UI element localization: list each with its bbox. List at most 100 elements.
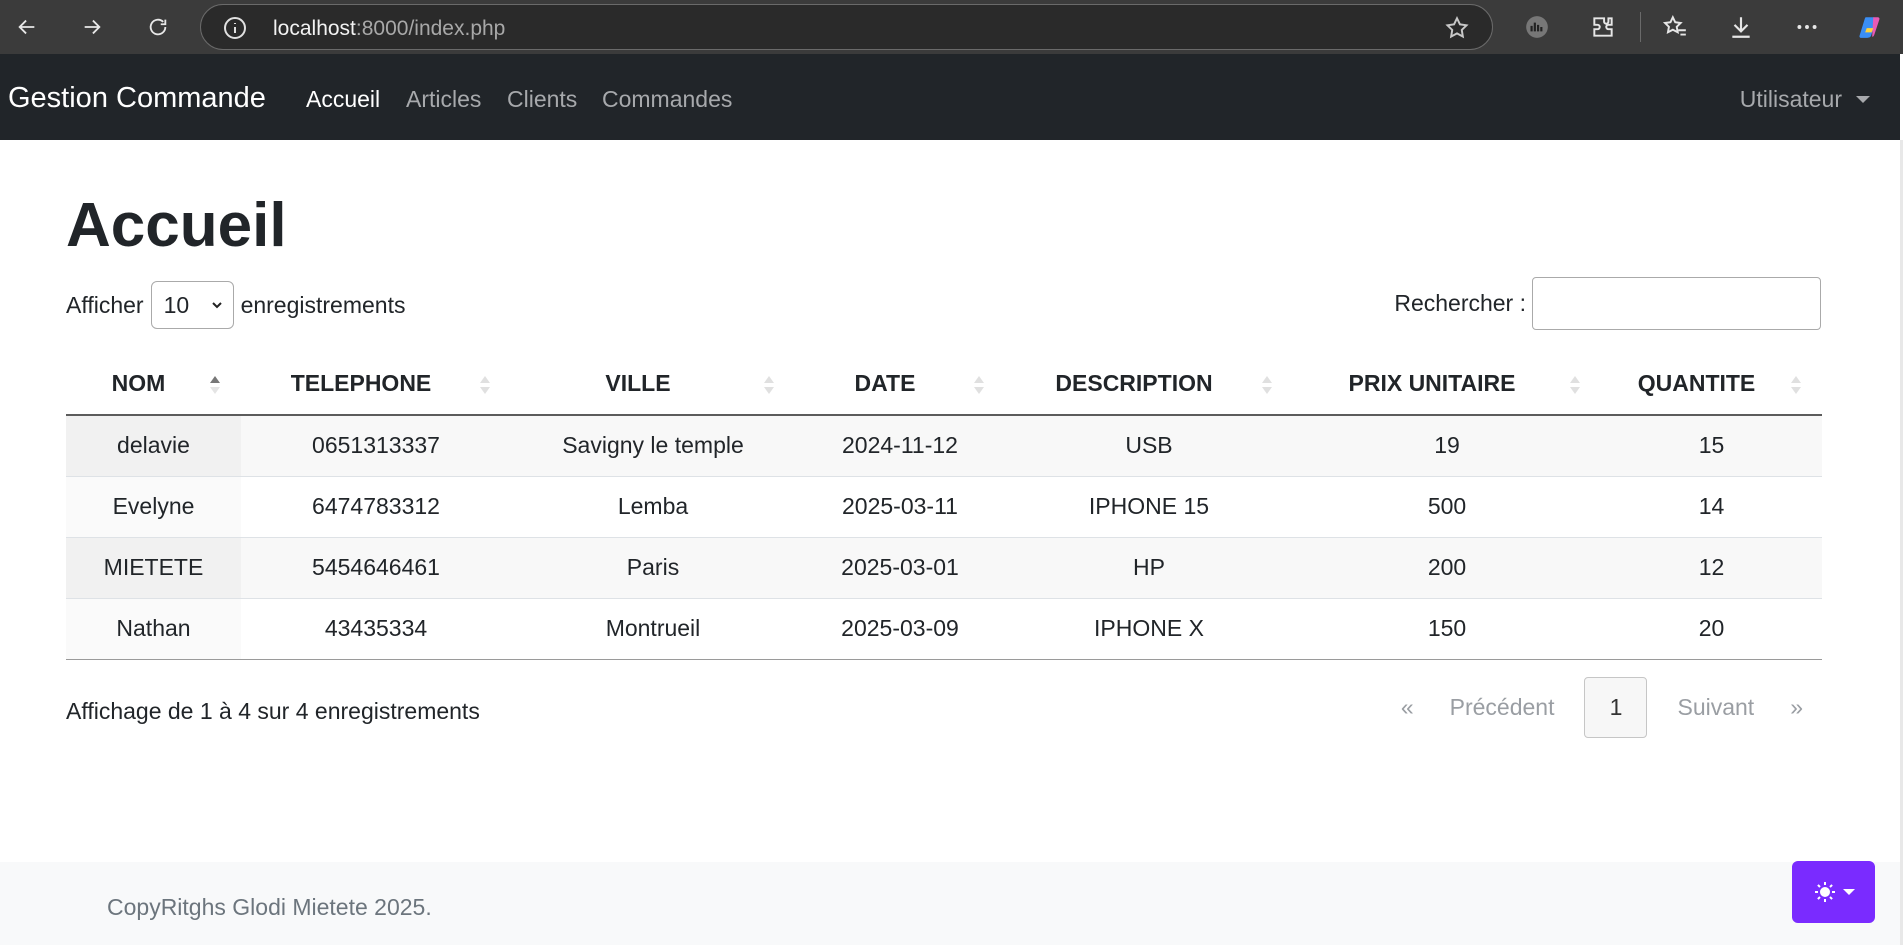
cell-description: IPHONE 15 <box>1005 476 1293 538</box>
cell-description: USB <box>1005 415 1293 477</box>
length-suffix-label: enregistrements <box>240 291 406 318</box>
toolbar-divider <box>1640 12 1641 42</box>
table-row: MIETETE 5454646461 Paris 2025-03-01 HP 2… <box>66 537 1822 599</box>
search-label: Rechercher : <box>1394 290 1526 316</box>
cell-date: 2025-03-11 <box>795 476 1005 538</box>
column-header-label: TELEPHONE <box>290 369 432 396</box>
pagination-first-button[interactable]: « <box>1383 677 1432 738</box>
theme-toggle-button[interactable] <box>1792 861 1875 923</box>
sort-icon <box>1262 376 1272 394</box>
cell-ville: Montrueil <box>511 598 795 660</box>
chevron-down-icon <box>1842 889 1855 895</box>
more-menu-icon[interactable] <box>1792 12 1822 42</box>
length-control: Afficher 10 enregistrements <box>66 281 405 329</box>
copilot-icon[interactable] <box>1855 12 1885 42</box>
column-header-label: VILLE <box>605 369 671 396</box>
column-header-label: PRIX UNITAIRE <box>1348 369 1516 396</box>
sort-icon <box>1791 376 1801 394</box>
brand-logo-text[interactable]: Gestion Commande <box>8 82 266 115</box>
column-header-quantite[interactable]: QUANTITE <box>1601 352 1822 416</box>
downloads-icon[interactable] <box>1726 12 1756 42</box>
nav-link-articles[interactable]: Articles <box>406 86 481 113</box>
column-header-prix-unitaire[interactable]: PRIX UNITAIRE <box>1293 352 1601 416</box>
table-info-text: Affichage de 1 à 4 sur 4 enregistrements <box>66 698 480 724</box>
sort-icon <box>764 376 774 394</box>
performance-icon[interactable] <box>1522 12 1552 42</box>
cell-quantite: 12 <box>1601 537 1822 599</box>
sun-icon <box>1814 882 1835 902</box>
column-header-description[interactable]: DESCRIPTION <box>1005 352 1293 416</box>
cell-date: 2025-03-09 <box>795 598 1005 660</box>
cell-prix-unitaire: 500 <box>1293 476 1601 538</box>
cell-nom: MIETETE <box>66 537 241 599</box>
pagination-next-button[interactable]: Suivant <box>1659 677 1772 738</box>
cell-description: HP <box>1005 537 1293 599</box>
table-row: Nathan 43435334 Montrueil 2025-03-09 IPH… <box>66 598 1822 660</box>
nav-link-clients[interactable]: Clients <box>507 86 577 113</box>
sort-icon <box>974 376 984 394</box>
cell-telephone: 0651313337 <box>241 415 511 477</box>
cell-ville: Paris <box>511 537 795 599</box>
info-icon[interactable] <box>223 16 247 40</box>
extensions-icon[interactable] <box>1588 12 1618 42</box>
sort-asc-icon <box>210 376 220 394</box>
page-footer: CopyRitghs Glodi Mietete 2025. <box>0 862 1903 945</box>
cell-telephone: 5454646461 <box>241 537 511 599</box>
top-navbar: Gestion Commande Accueil Articles Client… <box>0 54 1903 140</box>
pagination: « Précédent 1 Suivant » <box>1383 677 1821 738</box>
pagination-previous-button[interactable]: Précédent <box>1432 677 1573 738</box>
sort-icon <box>1570 376 1580 394</box>
nav-link-commandes[interactable]: Commandes <box>602 86 732 113</box>
cell-quantite: 15 <box>1601 415 1822 477</box>
cell-nom: Nathan <box>66 598 241 660</box>
cell-prix-unitaire: 150 <box>1293 598 1601 660</box>
search-input[interactable] <box>1532 277 1821 330</box>
column-header-label: QUANTITE <box>1637 369 1756 396</box>
cell-prix-unitaire: 19 <box>1293 415 1601 477</box>
url-text: localhost:8000/index.php <box>273 17 506 40</box>
cell-nom: Evelyne <box>66 476 241 538</box>
address-bar[interactable]: localhost:8000/index.php <box>200 4 1493 50</box>
pagination-page-button[interactable]: 1 <box>1584 677 1648 738</box>
favorites-icon[interactable] <box>1660 12 1690 42</box>
column-header-nom[interactable]: NOM <box>66 352 241 416</box>
table-row: delavie 0651313337 Savigny le temple 202… <box>66 415 1822 477</box>
browser-toolbar: localhost:8000/index.php <box>0 0 1903 54</box>
sort-icon <box>480 376 490 394</box>
chevron-down-icon <box>211 302 222 309</box>
length-prefix-label: Afficher <box>66 291 144 318</box>
cell-quantite: 20 <box>1601 598 1822 660</box>
user-dropdown-label: Utilisateur <box>1739 86 1842 112</box>
cell-nom: delavie <box>66 415 241 477</box>
cell-telephone: 43435334 <box>241 598 511 660</box>
table-row: Evelyne 6474783312 Lemba 2025-03-11 IPHO… <box>66 476 1822 538</box>
cell-date: 2025-03-01 <box>795 537 1005 599</box>
column-header-label: DESCRIPTION <box>1055 369 1213 396</box>
page-length-select[interactable]: 10 <box>150 281 234 329</box>
column-header-telephone[interactable]: TELEPHONE <box>241 352 511 416</box>
cell-prix-unitaire: 200 <box>1293 537 1601 599</box>
cell-date: 2024-11-12 <box>795 415 1005 477</box>
page-title: Accueil <box>66 191 287 260</box>
cell-ville: Savigny le temple <box>511 415 795 477</box>
user-dropdown[interactable]: Utilisateur <box>1740 86 1870 113</box>
search-control: Rechercher : <box>1394 277 1821 330</box>
cell-ville: Lemba <box>511 476 795 538</box>
table-header-row: NOM TELEPHONE VILLE DATE DESCRIPTION PRI… <box>66 352 1822 416</box>
favorite-star-icon[interactable] <box>1444 15 1470 41</box>
forward-icon[interactable] <box>75 10 109 44</box>
nav-link-accueil[interactable]: Accueil <box>306 86 380 113</box>
cell-telephone: 6474783312 <box>241 476 511 538</box>
footer-copyright: CopyRitghs Glodi Mietete 2025. <box>107 894 432 920</box>
cell-quantite: 14 <box>1601 476 1822 538</box>
chevron-down-icon <box>1856 96 1870 103</box>
orders-table: NOM TELEPHONE VILLE DATE DESCRIPTION PRI… <box>66 352 1822 660</box>
page-length-value: 10 <box>163 291 190 318</box>
pagination-last-button[interactable]: » <box>1772 677 1821 738</box>
column-header-ville[interactable]: VILLE <box>511 352 795 416</box>
cell-description: IPHONE X <box>1005 598 1293 660</box>
refresh-icon[interactable] <box>141 10 175 44</box>
column-header-label: DATE <box>854 369 916 396</box>
column-header-date[interactable]: DATE <box>795 352 1005 416</box>
back-icon[interactable] <box>10 10 44 44</box>
